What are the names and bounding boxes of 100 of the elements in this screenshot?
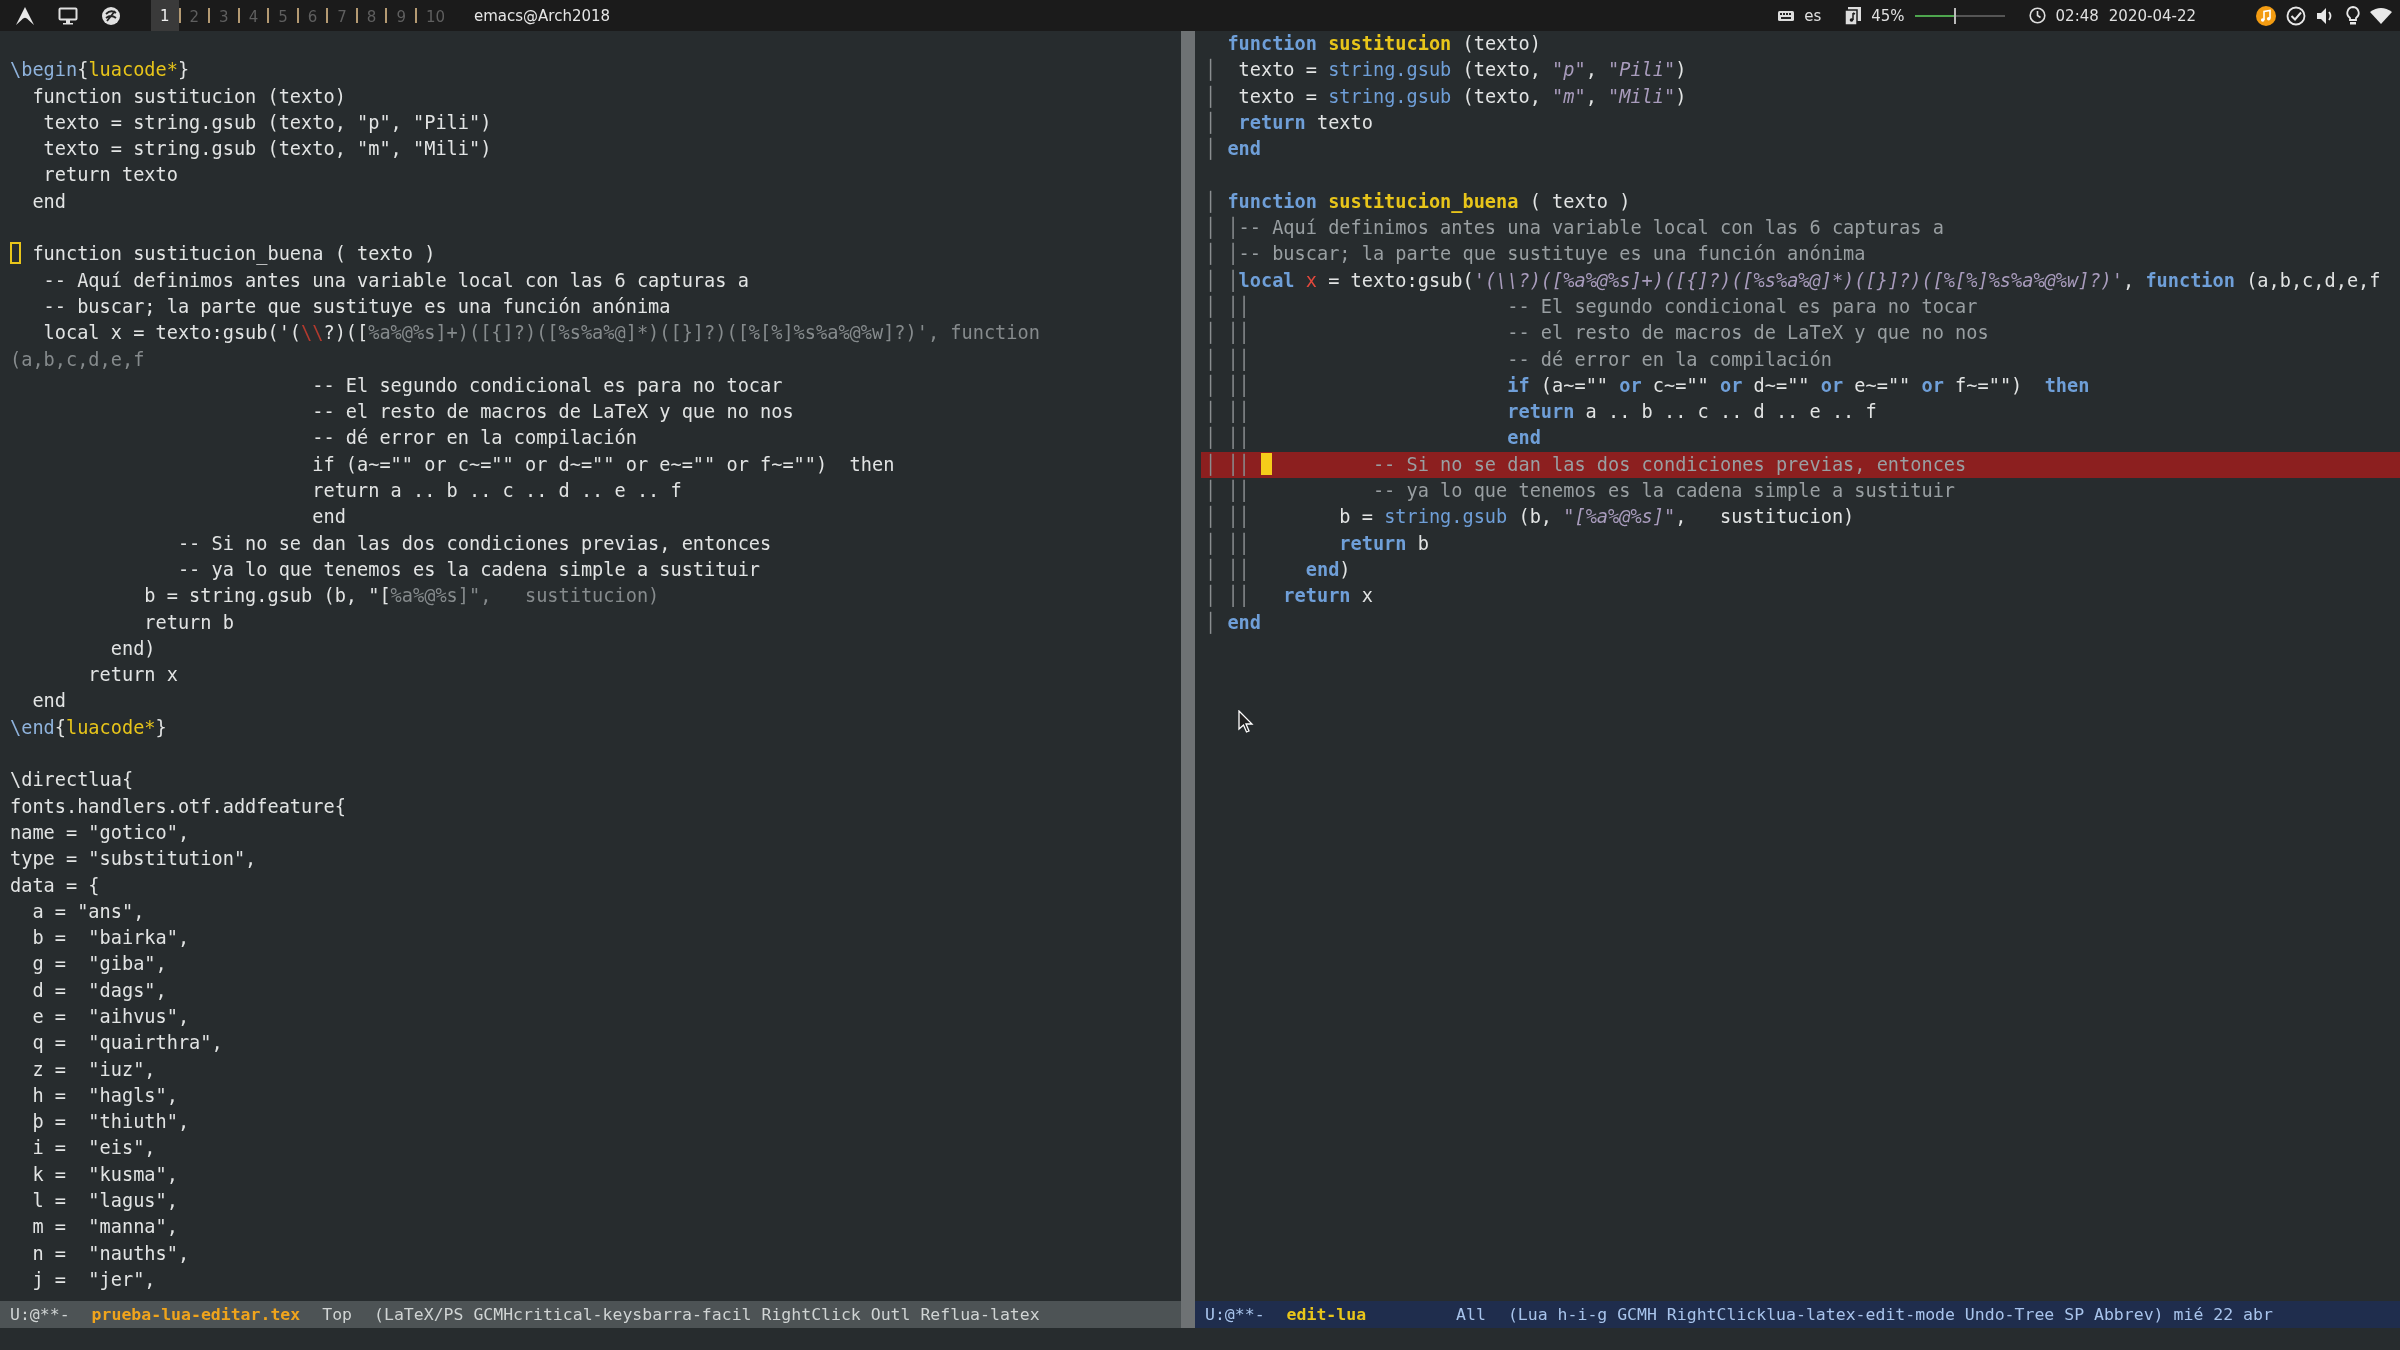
code-line: \begin{luacode*} xyxy=(10,59,190,81)
code-line: j = "jer", xyxy=(31,1268,156,1290)
code-line: return x xyxy=(87,664,178,686)
workspace-button[interactable]: 9 xyxy=(385,8,415,23)
buffer-status: U:@**- xyxy=(1205,1305,1265,1324)
code-line: texto = string.gsub (texto, "m", "Mili") xyxy=(42,138,492,160)
clock-date: 2020-04-22 xyxy=(2108,6,2196,25)
code-line: þ = "thiuth", xyxy=(31,1111,190,1133)
volume-slider[interactable] xyxy=(1914,7,2005,24)
code-line: d = "dags", xyxy=(31,979,167,1001)
code-line: return texto xyxy=(42,164,178,186)
code-line: b = "bairka", xyxy=(31,927,190,949)
code-line: │ end xyxy=(1205,611,1261,633)
code-line: -- El segundo condicional es para no tocar xyxy=(311,374,783,396)
workspace-button[interactable]: 1 xyxy=(151,0,179,31)
code-line: function sustitucion_buena ( texto ) xyxy=(31,243,436,265)
code-line: e = "aihvus", xyxy=(31,1006,190,1027)
code-line: │ function sustitucion_buena ( texto ) xyxy=(1205,190,1631,212)
workspace-button[interactable]: 8 xyxy=(355,8,386,23)
clock-time: 02:48 xyxy=(2055,6,2099,25)
code-line: q = "quairthra", xyxy=(31,1032,223,1054)
mode-list: (Lua h-i-g GCMH RightClicklua-latex-edit-mode Undo-Tree SP Abbrev) xyxy=(1507,1305,2164,1324)
code-line: │ ││ -- dé error en la compilación xyxy=(1205,348,1832,370)
code-line: │ ││ end) xyxy=(1205,558,1351,580)
code-line: return a .. b .. c .. d .. e .. f xyxy=(311,480,682,502)
code-line: if (a~="" or c~="" or d~="" or e~="" or f~="") then xyxy=(311,453,895,475)
buffer-status: U:@**- xyxy=(10,1305,70,1324)
code-line: g = "giba", xyxy=(31,953,167,975)
code-line: │ ││ return b xyxy=(1205,532,1429,554)
code-line: │ ││ return a .. b .. c .. d .. e .. f xyxy=(1205,401,1877,423)
keyboard-layout[interactable]: es xyxy=(1804,6,1822,25)
code-line: h = "hagls", xyxy=(31,1084,178,1106)
code-line: end xyxy=(31,690,66,712)
buffer-name: edit-lua xyxy=(1286,1305,1367,1324)
circle-logo-icon[interactable] xyxy=(101,5,121,26)
code-line: \directlua{ xyxy=(10,769,134,791)
buffer-position: All xyxy=(1456,1305,1486,1324)
workspace-button[interactable]: 6 xyxy=(296,8,327,23)
workspace-button[interactable]: 10 xyxy=(414,8,454,23)
check-circle-icon[interactable] xyxy=(2286,5,2306,26)
code-line: │ │local x = texto:gsub('(\\?)([%a%@%s]+)([{]?)([%s%a%@]*)([}]?)([%[%]%s%a%@%w]?)', function (a,b,c,d,e,f xyxy=(1205,269,2381,291)
code-line: -- Si no se dan las dos condiciones previas, entonces xyxy=(1371,453,1967,475)
code-line: │ ││ return x xyxy=(1205,585,1373,607)
volume-reading: 45% xyxy=(1871,6,1905,25)
code-line: │ ││ -- ya lo que tenemos es la cadena simple a sustituir xyxy=(1205,480,1956,502)
workspace-button[interactable]: 4 xyxy=(237,8,268,23)
workspace-button[interactable]: 2 xyxy=(178,8,209,23)
code-line: return b xyxy=(143,611,234,633)
code-line: │ ││ if (a~="" or c~="" or d~="" or e~="" or f~="") then xyxy=(1205,374,2090,396)
music-file-icon[interactable] xyxy=(1845,6,1862,25)
code-line: a = "ans", xyxy=(31,900,145,922)
workspace-button[interactable]: 5 xyxy=(267,8,297,23)
keyboard-icon[interactable] xyxy=(1778,9,1795,22)
buffer-name: prueba-lua-editar.tex xyxy=(91,1305,301,1324)
code-line: -- buscar; la parte que sustituye es una función anónima xyxy=(42,295,671,317)
indent-guides: │ ││ xyxy=(1205,453,1251,475)
code-line: local x = texto:gsub('(\\?)([%a%@%s]+)([{]?)([%s%a%@]*)([}]?)([%[%]%s%a%@%w]?)', function xyxy=(42,322,1040,344)
code-line: (a,b,c,d,e,f xyxy=(10,348,145,370)
code-line: function sustitucion (texto) xyxy=(31,85,346,107)
code-line: │ │-- buscar; la parte que sustituye es una función anónima xyxy=(1205,243,1866,265)
mode-list: (LaTeX/PS GCMHcritical-keysbarra-facil RightClick Outl Reflua-latex xyxy=(374,1305,1040,1324)
code-line: m = "manna", xyxy=(31,1216,178,1238)
code-line: -- dé error en la compilación xyxy=(311,427,637,449)
code-line: k = "kusma", xyxy=(31,1163,178,1185)
code-line: i = "eis", xyxy=(31,1137,156,1159)
lightbulb-icon[interactable] xyxy=(2346,5,2360,26)
workspace-button[interactable]: 7 xyxy=(326,8,356,23)
code-line: name = "gotico", xyxy=(10,821,190,843)
code-line: data = { xyxy=(10,874,100,896)
code-line: type = "substitution", xyxy=(10,848,257,870)
code-line: function sustitucion (texto) xyxy=(1226,33,1541,54)
code-line: │ │-- Aquí definimos antes una variable local con las 6 capturas a xyxy=(1205,217,1944,239)
music-note-icon[interactable] xyxy=(2256,5,2276,26)
buffer-position: Top xyxy=(322,1305,353,1324)
code-line: │ ││ -- El segundo condicional es para no tocar xyxy=(1205,295,1978,317)
mode-line-date: mié 22 abr xyxy=(2173,1305,2273,1324)
code-line: │ end xyxy=(1205,138,1261,160)
wifi-icon[interactable] xyxy=(2370,7,2392,24)
code-line: n = "nauths", xyxy=(31,1242,190,1264)
clock-icon[interactable] xyxy=(2028,7,2046,24)
code-line: fonts.handlers.otf.addfeature{ xyxy=(10,795,346,817)
code-line: \end{luacode*} xyxy=(10,716,167,738)
mouse-pointer-icon xyxy=(1238,710,1254,734)
code-line: │ ││ end xyxy=(1205,427,1541,449)
code-line: texto = string.gsub (texto, "p", "Pili") xyxy=(42,111,492,133)
monitor-icon[interactable] xyxy=(58,6,78,25)
code-line: -- ya lo que tenemos es la cadena simple a sustituir xyxy=(176,558,761,580)
code-line: -- Si no se dan las dos condiciones previas, entonces xyxy=(176,532,772,554)
arch-logo-icon[interactable] xyxy=(15,5,35,26)
code-line: end) xyxy=(109,637,156,659)
code-line: l = "lagus", xyxy=(31,1190,178,1212)
code-line: end xyxy=(311,506,346,528)
workspace-button[interactable]: 3 xyxy=(208,8,238,23)
code-line: │ ││ -- el resto de macros de LaTeX y que no nos xyxy=(1205,322,1989,344)
code-line: end xyxy=(31,190,66,212)
window-title: emacs@Arch2018 xyxy=(474,6,611,25)
code-line: │ ││ b = string.gsub (b, "[%a%@%s]", sustitucion) xyxy=(1205,506,1855,528)
code-line: │ texto = string.gsub (texto, "p", "Pili") xyxy=(1205,59,1687,81)
code-line: │ texto = string.gsub (texto, "m", "Mili") xyxy=(1205,85,1687,107)
code-line: │ return texto xyxy=(1205,111,1373,133)
